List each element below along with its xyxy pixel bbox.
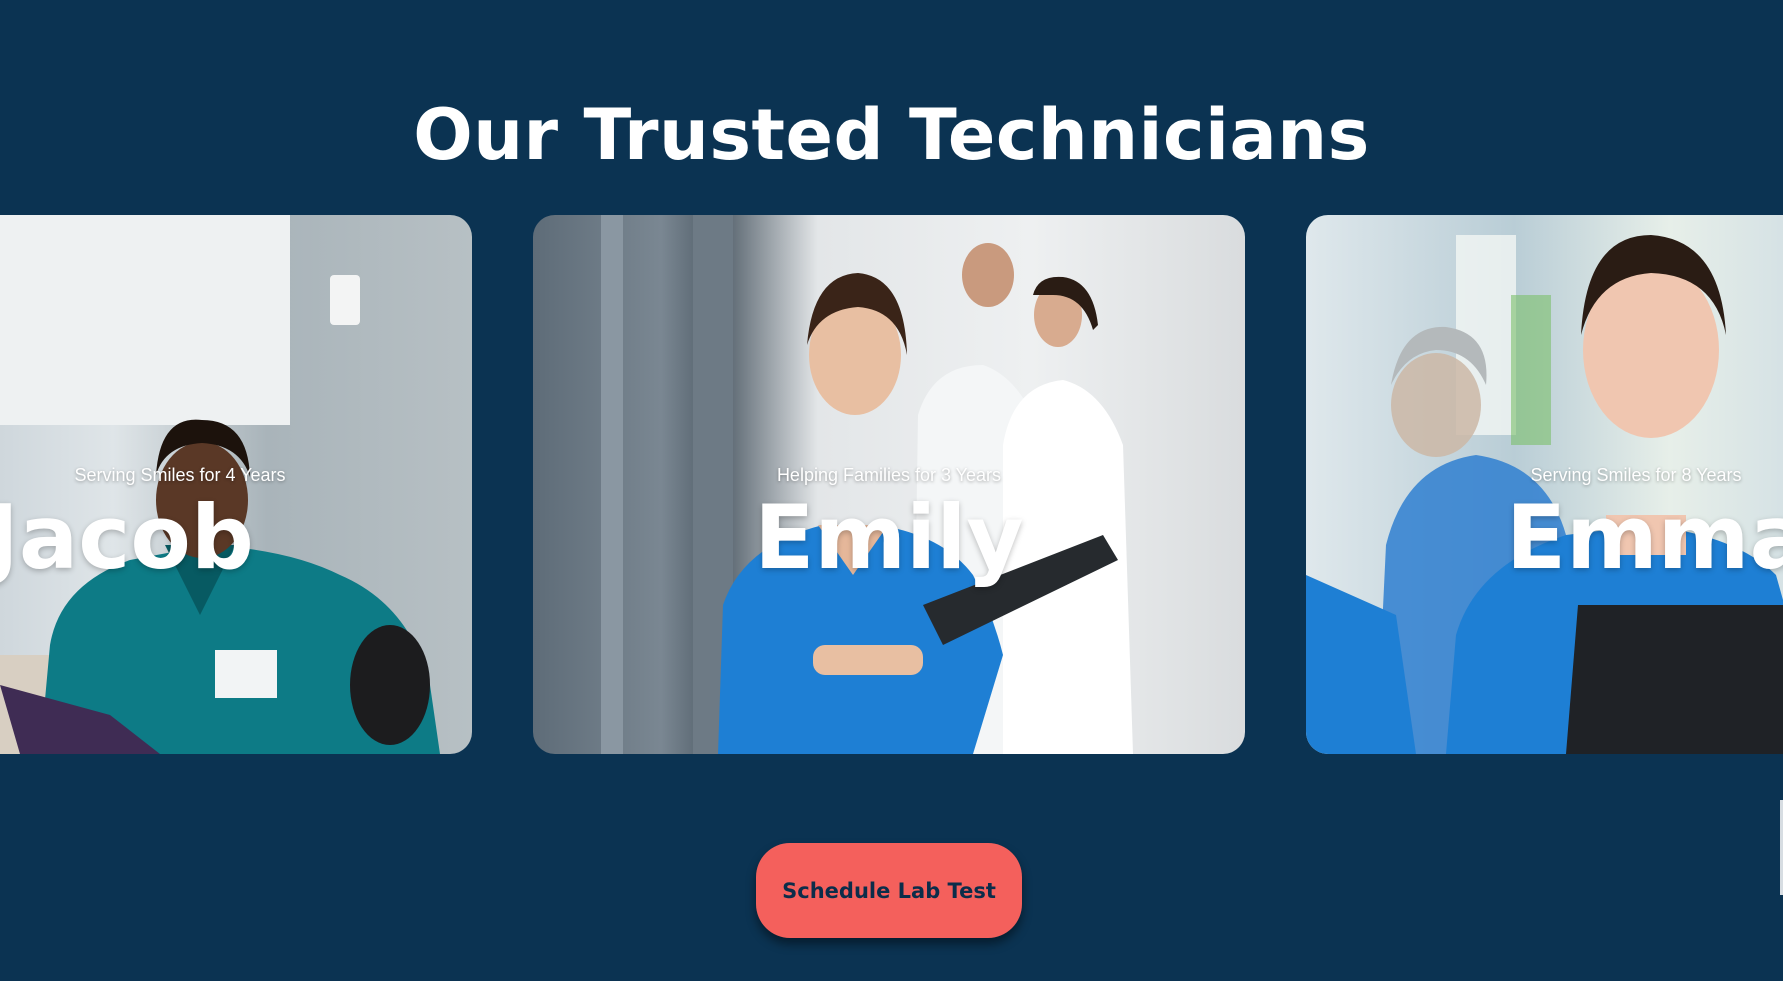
technician-card-jacob[interactable]: Serving Smiles for 4 Years Jacob — [0, 215, 472, 754]
schedule-lab-test-button[interactable]: Schedule Lab Test — [756, 843, 1022, 938]
section-title: Our Trusted Technicians — [413, 93, 1370, 176]
technician-name: Emma — [1506, 486, 1783, 589]
technician-name: Emily — [754, 486, 1024, 589]
technician-card-emily[interactable]: Helping Families for 3 Years Emily — [533, 215, 1245, 754]
technician-name: Jacob — [0, 486, 254, 589]
technician-card-emma[interactable]: Serving Smiles for 8 Years Emma — [1306, 215, 1783, 754]
technician-carousel[interactable]: Serving Smiles for 4 Years Jacob Helping… — [0, 215, 1783, 754]
